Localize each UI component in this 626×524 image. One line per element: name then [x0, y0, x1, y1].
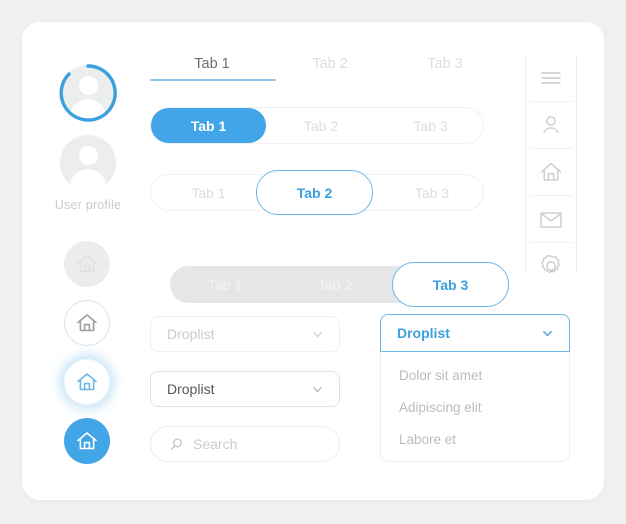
tab-group-outline-gray-item-3[interactable]: Tab 3	[392, 262, 509, 307]
tab-group-outline-gray-item-1[interactable]: Tab 1	[170, 266, 280, 303]
tab-group-solid-item-3[interactable]: Tab 3	[376, 108, 485, 143]
droplist-open-header[interactable]: Droplist	[380, 314, 570, 352]
tab-underline-2[interactable]: Tab 2	[270, 56, 390, 72]
tab-group-outline-white-item-3[interactable]: Tab 3	[379, 175, 485, 210]
tab-underline-indicator	[150, 79, 276, 81]
avatar-plain[interactable]	[57, 132, 119, 194]
tab-group-solid-item-2[interactable]: Tab 2	[266, 108, 376, 143]
person-icon-body	[70, 169, 106, 191]
tab-underline-1[interactable]: Tab 1	[152, 56, 272, 72]
screenshot-root: User profile Tab 1 Tab 2 Tab 3 Tab 1 Tab…	[0, 0, 626, 524]
tab-group-solid-item-1[interactable]: Tab 1	[151, 108, 266, 143]
droplist-option-3[interactable]: Labore et	[399, 432, 456, 447]
search-field[interactable]: Search	[150, 426, 340, 462]
home-button-default[interactable]	[64, 300, 110, 346]
tab-group-outline-white-item-1[interactable]: Tab 1	[151, 175, 266, 210]
rail-item-home[interactable]	[526, 149, 576, 195]
home-icon	[540, 162, 562, 181]
avatar	[60, 135, 116, 191]
droplist-open-panel: Dolor sit amet Adipiscing elit Labore et	[380, 352, 570, 462]
mail-icon	[540, 212, 562, 228]
droplist-placeholder[interactable]: Droplist	[150, 316, 340, 352]
chevron-down-icon	[313, 332, 322, 338]
droplist-option-2[interactable]: Adipiscing elit	[399, 400, 482, 415]
person-icon	[78, 146, 98, 165]
ui-kit-card: User profile Tab 1 Tab 2 Tab 3 Tab 1 Tab…	[22, 22, 604, 500]
droplist-open-label: Droplist	[397, 325, 450, 341]
rail-item-mail[interactable]	[526, 196, 576, 242]
droplist-filled[interactable]: Droplist	[150, 371, 340, 407]
home-icon	[77, 432, 97, 450]
rail-item-settings[interactable]	[526, 243, 576, 289]
home-icon	[77, 255, 97, 273]
tab-group-outline-white-item-2[interactable]: Tab 2	[256, 170, 373, 215]
home-button-disabled	[64, 241, 110, 287]
home-icon	[77, 314, 97, 332]
tab-group-solid: Tab 1 Tab 2 Tab 3	[150, 107, 484, 144]
avatar-with-progress[interactable]	[57, 62, 119, 124]
tab-underline-3[interactable]: Tab 3	[385, 56, 505, 72]
home-icon	[77, 373, 97, 391]
home-button-active[interactable]	[64, 418, 110, 464]
tab-group-outline-gray-item-2[interactable]: Tab 2	[280, 266, 390, 303]
rail-item-profile[interactable]	[526, 102, 576, 148]
gear-icon	[541, 254, 560, 274]
home-button-focused[interactable]	[64, 359, 110, 405]
rail-item-menu[interactable]	[526, 55, 576, 101]
icon-rail-divider-right	[576, 54, 577, 272]
menu-icon	[541, 72, 561, 84]
search-placeholder: Search	[193, 436, 238, 452]
droplist-placeholder-label: Droplist	[167, 326, 215, 342]
user-profile-label: User profile	[54, 198, 122, 212]
person-icon	[543, 116, 559, 134]
droplist-option-1[interactable]: Dolor sit amet	[399, 368, 482, 383]
droplist-filled-label: Droplist	[167, 381, 215, 397]
search-icon	[170, 437, 182, 450]
chevron-down-icon	[543, 330, 552, 337]
chevron-down-icon	[313, 387, 322, 393]
progress-ring-icon	[59, 64, 117, 122]
